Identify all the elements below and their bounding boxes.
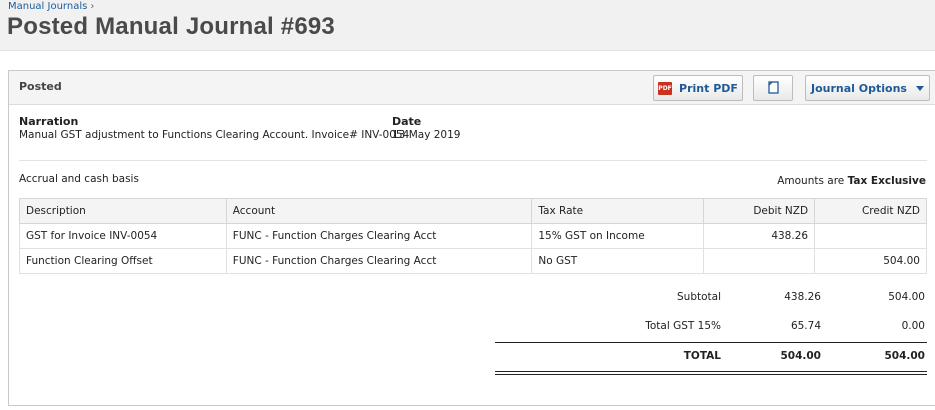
grand-total-debit: 504.00 [780,350,821,362]
cell-account: FUNC - Function Charges Clearing Acct [225,248,533,274]
breadcrumb-link-manual-journals[interactable]: Manual Journals [8,1,87,12]
cell-debit: 438.26 [703,223,816,249]
page-title: Posted Manual Journal #693 [7,13,335,40]
print-pdf-label: Print PDF [679,81,738,95]
breadcrumb: Manual Journals › [8,1,94,12]
copy-icon [766,79,780,97]
table-header-row: Description Account Tax Rate Debit NZD C… [19,198,927,224]
gst-total-label: Total GST 15% [645,320,721,332]
grand-total-credit: 504.00 [884,350,925,362]
total-separator [495,342,927,343]
column-header-tax-rate: Tax Rate [531,198,705,224]
amounts-mode: Amounts are Tax Exclusive [777,175,926,187]
subtotal-debit: 438.26 [784,291,821,303]
journal-lines-table: Description Account Tax Rate Debit NZD C… [19,198,927,274]
subtotal-row: Subtotal 438.26 504.00 [495,291,927,311]
grand-total-row: TOTAL 504.00 504.00 [495,350,927,370]
cell-credit: 504.00 [814,248,927,274]
subtotal-label: Subtotal [677,291,721,303]
total-double-underline [495,371,927,375]
accounting-basis: Accrual and cash basis [19,173,139,185]
cell-tax-rate: No GST [531,248,705,274]
cell-tax-rate: 15% GST on Income [531,223,705,249]
journal-panel: Posted PDF Print PDF Journal Options Nar… [8,70,935,406]
table-row: Function Clearing Offset FUNC - Function… [19,248,927,274]
cell-credit [814,223,927,249]
cell-account: FUNC - Function Charges Clearing Acct [225,223,533,249]
column-header-description: Description [19,198,227,224]
cell-debit [703,248,816,274]
narration-value: Manual GST adjustment to Functions Clear… [19,129,410,141]
chevron-down-icon [915,85,924,91]
cell-description: GST for Invoice INV-0054 [19,223,227,249]
column-header-debit: Debit NZD [703,198,816,224]
page-header: Manual Journals › Posted Manual Journal #… [0,0,935,51]
column-header-account: Account [225,198,533,224]
gst-total-credit: 0.00 [901,320,925,332]
panel-toolbar: Posted PDF Print PDF Journal Options [9,71,935,105]
copy-button[interactable] [753,75,793,101]
pdf-icon: PDF [658,81,673,95]
amounts-tax-mode: Tax Exclusive [847,175,926,187]
status-label: Posted [19,80,62,93]
breadcrumb-separator: › [90,1,95,12]
gst-total-debit: 65.74 [790,320,821,332]
narration-label: Narration [19,115,79,128]
date-label: Date [392,115,422,128]
print-pdf-button[interactable]: PDF Print PDF [653,75,743,101]
journal-options-label: Journal Options [811,81,907,95]
amounts-prefix: Amounts are [777,175,845,187]
date-value: 13 May 2019 [392,129,461,141]
subtotal-credit: 504.00 [888,291,925,303]
table-row: GST for Invoice INV-0054 FUNC - Function… [19,223,927,249]
cell-description: Function Clearing Offset [19,248,227,274]
divider [19,160,927,161]
column-header-credit: Credit NZD [814,198,927,224]
journal-options-button[interactable]: Journal Options [805,75,930,101]
gst-total-row: Total GST 15% 65.74 0.00 [495,320,927,340]
grand-total-label: TOTAL [683,350,721,362]
